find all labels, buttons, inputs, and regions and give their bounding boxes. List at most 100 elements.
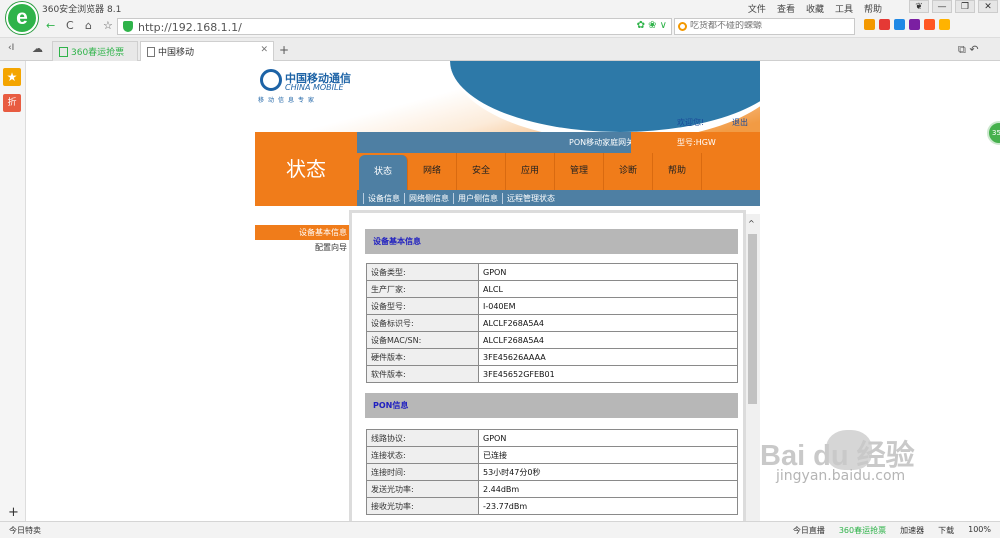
row-value: ALCL [478,280,738,298]
scroll-up-icon[interactable]: ^ [748,219,755,228]
status-item[interactable]: 下载 [938,525,954,536]
favorite-star-icon[interactable]: ☆ [103,19,113,32]
status-item[interactable]: 360春运抢票 [839,525,886,536]
status-item[interactable]: 加速器 [900,525,924,536]
home-icon[interactable]: ⌂ [85,19,92,32]
row-value: 53小时47分0秒 [478,463,738,481]
tab-360-ticket[interactable]: 360春运抢票 [52,41,138,61]
row-value: 已连接 [478,446,738,464]
nav-item[interactable]: 帮助 [653,153,702,190]
favorites-icon[interactable]: ★ [3,68,21,86]
extension-icon[interactable] [909,19,920,30]
top-menu-item[interactable]: 帮助 [864,2,882,15]
window-controls: ❦ — ❐ ✕ [906,0,998,13]
left-menu-item[interactable]: 设备基本信息 [255,225,359,240]
table-row: 设备型号: I-040EM [366,297,738,315]
table-row: 连接状态: 已连接 [366,446,738,464]
top-menu-item[interactable]: 工具 [835,2,853,15]
row-value: ALCLF268A5A4 [478,331,738,349]
scrollbar-thumb[interactable] [748,234,757,404]
tab-favicon-icon [59,46,68,57]
row-value: 3FE45626AAAA [478,348,738,366]
new-tab-button[interactable]: + [279,43,289,57]
address-bar[interactable]: http://192.168.1.1/ ✿ ❀ ∨ [117,18,672,35]
sub-nav-item[interactable]: 远程管理状态 [502,192,555,204]
nav-item[interactable]: 管理 [555,153,604,190]
url-text[interactable]: http://192.168.1.1/ [138,21,242,34]
maximize-icon[interactable]: ❐ [955,0,975,13]
title-bar: e 360安全浏览器 8.1 文件 查看 收藏 工具 帮助 ❦ — ❐ ✕ [0,0,1000,34]
cloud-icon[interactable]: ☁ [32,42,43,55]
extension-icon[interactable] [939,19,950,30]
page-icon [147,46,155,57]
discount-icon[interactable]: 折 [3,94,21,112]
left-menu-item[interactable]: 配置向导 [255,240,359,255]
sub-nav-item[interactable]: 设备信息 [363,192,400,204]
browser-logo-icon: e [6,2,38,34]
table-row: 线路协议: GPON [366,429,738,447]
main-nav: 状态 网络 安全 应用 管理 诊断 帮助 [357,153,760,190]
extension-icon[interactable] [864,19,875,30]
left-menu: 设备基本信息 配置向导 [255,225,359,255]
sub-nav: 设备信息 网络侧信息 用户侧信息 远程管理状态 [357,190,760,206]
sub-nav-item[interactable]: 用户侧信息 [453,192,498,204]
nav-item[interactable]: 诊断 [604,153,653,190]
welcome-text: 欢迎您! [677,118,705,127]
device-info-table: 设备类型: GPON 生产厂家: ALCL 设备型号: I-040EM 设备标识号: ALCL… [366,263,738,383]
close-tab-icon[interactable]: ✕ [260,45,268,55]
tab-label: 360春运抢票 [71,48,125,58]
nav-item[interactable]: 网络 [408,153,457,190]
table-row: 软件版本: 3FE45652GFEB01 [366,365,738,383]
table-row: 生产厂家: ALCL [366,280,738,298]
search-input[interactable] [690,21,850,31]
minimize-icon[interactable]: — [932,0,952,13]
device-info-header: 设备基本信息 [365,229,738,254]
logout-link[interactable]: 退出 [732,117,748,128]
row-label: 连接时间: [366,463,479,481]
extension-icon[interactable] [879,19,890,30]
search-box[interactable] [674,18,855,35]
nav-item[interactable]: 状态 [359,155,408,190]
extension-icon[interactable] [894,19,905,30]
status-today-sale[interactable]: 今日特卖 [9,525,41,536]
extension-icons [864,19,950,30]
status-item[interactable]: 今日直播 [793,525,825,536]
nav-item[interactable]: 安全 [457,153,506,190]
browser-sidebar: ★ 折 + [0,61,26,521]
skin-icon[interactable]: ❦ [909,0,929,13]
brand-slogan: 移动信息专家 [258,97,319,104]
row-value: -23.77dBm [478,497,738,515]
row-value: 2.44dBm [478,480,738,498]
row-label: 生产厂家: [366,280,479,298]
url-tool-icons[interactable]: ✿ ❀ ∨ [637,20,667,31]
refresh-icon[interactable]: C [66,19,74,32]
header-banner: 中国移动通信 CHINA MOBILE 移动信息专家 欢迎您! 退出 [255,61,760,132]
close-icon[interactable]: ✕ [978,0,998,13]
top-menu-item[interactable]: 收藏 [806,2,824,15]
top-menu-item[interactable]: 查看 [777,2,795,15]
window-tools-icon[interactable]: ⧉ ↶ [958,43,979,57]
model-label: 型号:HGW [631,132,760,153]
back-icon[interactable]: ← [46,19,55,32]
sidebar-add-button[interactable]: + [8,505,19,520]
sidebar-toggle-icon[interactable]: ‹I [8,43,14,53]
search-engine-icon [678,22,687,31]
top-menu: 文件 查看 收藏 工具 帮助 [748,2,882,15]
tab-china-mobile[interactable]: 中国移动 ✕ [140,41,274,61]
sub-nav-item[interactable]: 网络侧信息 [404,192,449,204]
row-value: ALCLF268A5A4 [478,314,738,332]
address-toolbar: ← C ⌂ ☆ http://192.168.1.1/ ✿ ❀ ∨ [0,15,1000,38]
content-scrollbar[interactable]: ^ [746,214,760,521]
status-item[interactable]: 100% [968,525,991,536]
tab-bar: ‹I ☁ 360春运抢票 中国移动 ✕ + ⧉ ↶ [0,38,1000,61]
row-value: I-040EM [478,297,738,315]
nav-item[interactable]: 应用 [506,153,555,190]
row-label: 线路协议: [366,429,479,447]
row-label: 硬件版本: [366,348,479,366]
row-label: 设备标识号: [366,314,479,332]
top-menu-item[interactable]: 文件 [748,2,766,15]
table-row: 接收光功率: -23.77dBm [366,497,738,515]
row-label: 设备类型: [366,263,479,281]
floating-ext-badge[interactable]: 35 [987,121,1000,145]
extension-icon[interactable] [924,19,935,30]
